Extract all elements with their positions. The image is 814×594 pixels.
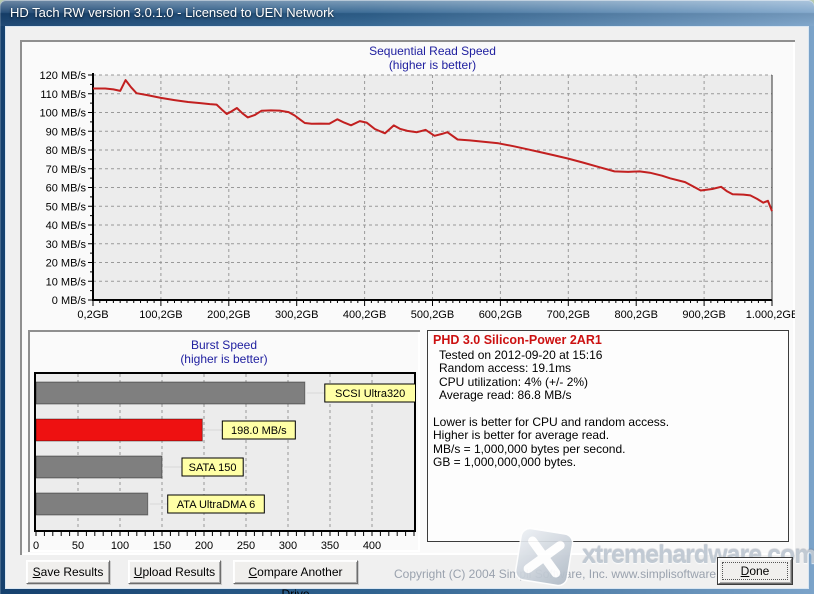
svg-text:600,2GB: 600,2GB bbox=[479, 309, 522, 321]
hd-tach-window: HD Tach RW version 3.0.1.0 - Licensed to… bbox=[0, 0, 814, 594]
burst-x-axis-labels: 0 50 100 150 200 250 300 350 400 bbox=[33, 540, 381, 551]
seq-chart-title-block: Sequential Read Speed (higher is better) bbox=[93, 44, 772, 72]
svg-text:0,2GB: 0,2GB bbox=[77, 309, 108, 321]
svg-text:ATA UltraDMA 6: ATA UltraDMA 6 bbox=[177, 499, 255, 511]
svg-text:50 MB/s: 50 MB/s bbox=[46, 201, 87, 213]
svg-text:50: 50 bbox=[72, 540, 84, 551]
svg-text:198.0 MB/s: 198.0 MB/s bbox=[231, 425, 287, 437]
svg-text:900,2GB: 900,2GB bbox=[682, 309, 725, 321]
info-random-access: Random access: 19.1ms bbox=[439, 361, 572, 375]
svg-text:400,2GB: 400,2GB bbox=[343, 309, 386, 321]
info-average-read: Average read: 86.8 MB/s bbox=[439, 388, 572, 402]
burst-chart-title-block: Burst Speed (higher is better) bbox=[28, 338, 420, 366]
svg-text:400: 400 bbox=[363, 540, 381, 551]
info-note-4: GB = 1,000,000,000 bytes. bbox=[433, 455, 577, 469]
svg-text:30 MB/s: 30 MB/s bbox=[46, 239, 87, 251]
svg-text:0 MB/s: 0 MB/s bbox=[52, 295, 87, 307]
seq-x-axis-labels: 0,2GB 100,2GB 200,2GB 300,2GB 400,2GB 500,2GB… bbox=[77, 309, 795, 321]
drive-name: PHD 3.0 Silicon-Power 2AR1 bbox=[433, 333, 602, 347]
svg-text:700,2GB: 700,2GB bbox=[547, 309, 590, 321]
window-title: HD Tach RW version 3.0.1.0 - Licensed to… bbox=[10, 5, 334, 20]
seq-chart-title: Sequential Read Speed bbox=[369, 44, 496, 58]
svg-text:40 MB/s: 40 MB/s bbox=[46, 220, 87, 232]
save-results-button[interactable]: Save Results bbox=[26, 560, 110, 584]
info-notes: Lower is better for CPU and random acces… bbox=[433, 414, 783, 470]
svg-text:1.000,2GB: 1.000,2GB bbox=[746, 309, 795, 321]
svg-text:200,2GB: 200,2GB bbox=[207, 309, 250, 321]
svg-text:250: 250 bbox=[237, 540, 255, 551]
drive-info-content: PHD 3.0 Silicon-Power 2AR1 Tested on 201… bbox=[433, 333, 783, 538]
info-note-1: Lower is better for CPU and random acces… bbox=[433, 414, 670, 429]
sequential-read-chart: 0 MB/s 10 MB/s 20 MB/s 30 MB/s 40 MB/s 50 MB/… bbox=[40, 70, 795, 321]
svg-text:20 MB/s: 20 MB/s bbox=[46, 258, 87, 270]
copyright-text: Copyright (C) 2004 Simpli Software, Inc.… bbox=[394, 567, 743, 581]
info-tested-on: Tested on 2012-09-20 at 15:16 bbox=[439, 347, 603, 362]
burst-chart-subtitle: (higher is better) bbox=[180, 352, 268, 366]
done-button[interactable]: Done bbox=[718, 558, 792, 584]
burst-speed-chart: SCSI Ultra320 198.0 MB/s SATA 150 ATA Ultra… bbox=[33, 372, 416, 551]
burst-speed-panel: Burst Speed (higher is better) SCSI Ultr… bbox=[28, 330, 420, 552]
svg-text:350: 350 bbox=[321, 540, 339, 551]
svg-text:200: 200 bbox=[195, 540, 213, 551]
svg-text:SATA 150: SATA 150 bbox=[189, 462, 237, 474]
svg-text:110 MB/s: 110 MB/s bbox=[40, 89, 86, 101]
svg-text:100 MB/s: 100 MB/s bbox=[40, 108, 87, 120]
svg-text:80 MB/s: 80 MB/s bbox=[46, 145, 87, 157]
seq-y-axis-labels: 0 MB/s 10 MB/s 20 MB/s 30 MB/s 40 MB/s 50 MB/… bbox=[40, 70, 87, 307]
compare-another-drive-button[interactable]: Compare Another Drive bbox=[233, 560, 358, 594]
burst-chart-title: Burst Speed bbox=[190, 338, 258, 352]
svg-text:120 MB/s: 120 MB/s bbox=[40, 70, 87, 82]
svg-text:300: 300 bbox=[279, 540, 297, 551]
svg-text:70 MB/s: 70 MB/s bbox=[46, 164, 87, 176]
svg-text:60 MB/s: 60 MB/s bbox=[46, 183, 87, 195]
svg-text:SCSI Ultra320: SCSI Ultra320 bbox=[335, 388, 405, 400]
results-panel: Sequential Read Speed (higher is better)… bbox=[20, 40, 795, 555]
title-bar[interactable]: HD Tach RW version 3.0.1.0 - Licensed to… bbox=[0, 0, 814, 26]
svg-text:100: 100 bbox=[111, 540, 129, 551]
upload-results-button[interactable]: Upload Results bbox=[128, 560, 221, 584]
svg-text:100,2GB: 100,2GB bbox=[139, 309, 182, 321]
svg-text:10 MB/s: 10 MB/s bbox=[46, 276, 87, 288]
info-cpu-utilization: CPU utilization: 4% (+/- 2%) bbox=[439, 374, 589, 389]
svg-text:500,2GB: 500,2GB bbox=[411, 309, 454, 321]
info-note-2: Higher is better for average read. bbox=[433, 428, 610, 442]
drive-info-panel: PHD 3.0 Silicon-Power 2AR1 Tested on 201… bbox=[427, 330, 789, 542]
svg-text:300,2GB: 300,2GB bbox=[275, 309, 318, 321]
svg-text:150: 150 bbox=[153, 540, 171, 551]
svg-text:800,2GB: 800,2GB bbox=[614, 309, 657, 321]
svg-text:90 MB/s: 90 MB/s bbox=[46, 126, 87, 138]
svg-text:0: 0 bbox=[33, 540, 39, 551]
info-note-3: MB/s = 1,000,000 bytes per second. bbox=[433, 441, 626, 456]
